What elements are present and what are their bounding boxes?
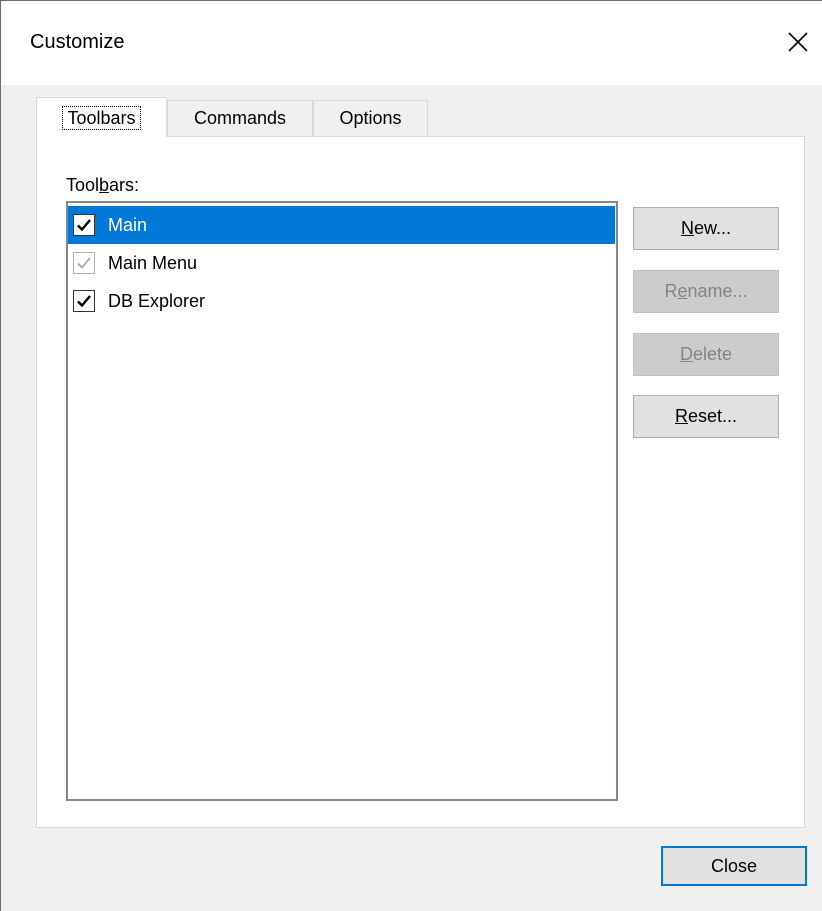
checkmark-icon <box>77 295 91 308</box>
tab-options[interactable]: Options <box>313 100 428 136</box>
toolbars-listbox[interactable]: Main Main Menu DB Explorer <box>66 201 618 801</box>
toolbars-tab-panel: Toolbars: Main Main Menu DB Explorer N e… <box>36 136 805 828</box>
list-item-label: Main Menu <box>108 252 198 273</box>
tab-commands[interactable]: Commands <box>167 100 313 136</box>
checkbox-main[interactable] <box>73 214 95 236</box>
close-icon[interactable] <box>783 27 813 57</box>
tab-label: Options <box>339 108 402 128</box>
toolbars-list-label: Toolbars: <box>66 175 140 195</box>
reset-button[interactable]: Reset... <box>633 395 779 438</box>
checkmark-icon <box>77 219 91 232</box>
list-item-db-explorer[interactable]: DB Explorer <box>68 282 615 320</box>
tab-label: Commands <box>193 108 287 128</box>
checkbox-main-menu <box>73 252 95 274</box>
tab-toolbars[interactable]: Toolbars <box>36 97 167 137</box>
list-item-main[interactable]: Main <box>68 206 615 244</box>
customize-dialog: Customize Toolbars Commands Options Tool… <box>0 0 822 911</box>
checkmark-icon <box>77 257 91 269</box>
delete-button[interactable]: Delete <box>633 333 779 376</box>
list-item-main-menu[interactable]: Main Menu <box>68 244 615 282</box>
title-bar: Customize <box>1 1 822 85</box>
dialog-title: Customize <box>30 31 125 53</box>
rename-button[interactable]: Re name... <box>633 270 779 313</box>
list-item-label: DB Explorer <box>108 290 206 311</box>
checkbox-db-explorer[interactable] <box>73 290 95 312</box>
close-button-label: Close <box>710 855 758 876</box>
tab-label: Toolbars <box>62 105 141 130</box>
list-item-label: Main <box>108 214 148 235</box>
close-button[interactable]: Close <box>661 846 807 886</box>
new-button[interactable]: New... <box>633 207 779 250</box>
